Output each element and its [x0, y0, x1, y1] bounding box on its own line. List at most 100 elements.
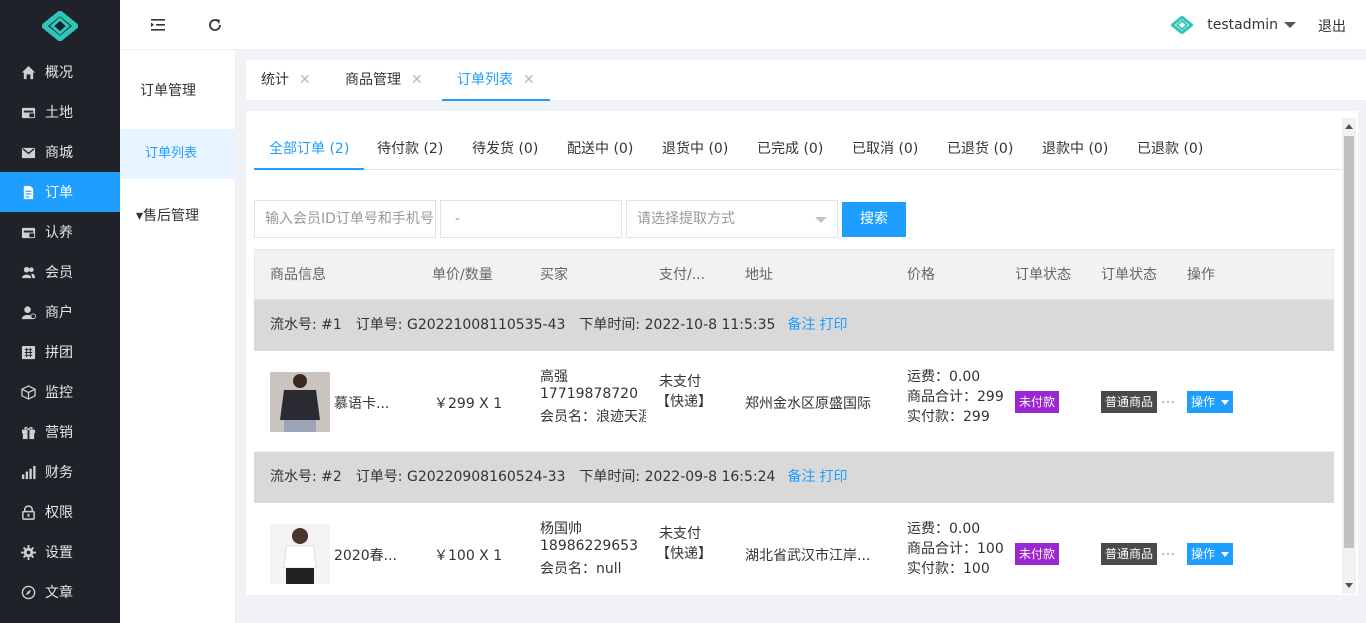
close-icon[interactable]: ✕ — [299, 72, 311, 88]
lock-icon — [20, 504, 36, 520]
order-tab-8[interactable]: 退款中 (0) — [1042, 129, 1108, 170]
sidebar-item-7[interactable]: 拼团 — [0, 332, 120, 372]
order-tab-5[interactable]: 已完成 (0) — [757, 129, 823, 170]
submenu-title[interactable]: 订单管理 — [120, 80, 236, 100]
delivery-method: 【快递】 — [656, 394, 712, 410]
close-icon[interactable]: ✕ — [411, 72, 423, 88]
ellipsis: … — [1161, 543, 1175, 559]
sidebar-item-0[interactable]: 概况 — [0, 52, 120, 92]
gift-icon — [20, 424, 36, 440]
logo-icon — [42, 11, 78, 41]
pickup-method-placeholder: 请选择提取方式 — [637, 211, 735, 227]
note-link[interactable]: 备注 — [787, 317, 815, 333]
ellipsis: … — [1161, 391, 1175, 407]
buyer-name: 高强 — [540, 369, 568, 385]
sidebar-item-label: 财务 — [45, 465, 73, 481]
product-name[interactable]: 2020春... — [334, 545, 396, 565]
sidebar-item-2[interactable]: 商城 — [0, 132, 120, 172]
order-number: 订单号: G20220908160524-33 — [355, 469, 566, 485]
order-time: 下单时间: 2022-09-8 16:5:24 — [579, 469, 776, 485]
refresh-icon[interactable] — [206, 16, 224, 34]
cube-icon — [20, 384, 36, 400]
app-logo[interactable] — [0, 0, 120, 52]
search-input[interactable]: 输入会员ID订单号和手机号 — [254, 200, 436, 238]
page-tab-bar: 统计 ✕ 商品管理 ✕ 订单列表 ✕ — [246, 60, 1366, 101]
sidebar-item-4[interactable]: 认养 — [0, 212, 120, 252]
user-menu[interactable]: testadmin — [1171, 0, 1296, 50]
main-panel: 全部订单 (2) 待付款 (2) 待发货 (0) 配送中 (0) 退货中 (0) 已完成 … — [246, 111, 1358, 595]
sidebar-item-13[interactable]: 文章 — [0, 572, 120, 612]
order-tab-4[interactable]: 退货中 (0) — [662, 129, 728, 170]
product-thumbnail[interactable] — [270, 372, 330, 432]
logout-link[interactable]: 退出 — [1318, 16, 1346, 36]
order-tab-3[interactable]: 配送中 (0) — [567, 129, 633, 170]
product-name[interactable]: 慕语卡... — [334, 393, 396, 413]
compass-icon — [20, 584, 36, 600]
column-header: 支付/... — [659, 267, 706, 283]
order-tab-0[interactable]: 全部订单 (2) — [254, 129, 365, 170]
column-header: 订单状态 — [1015, 267, 1071, 283]
order-body-row: 2020春... ￥100 X 1 杨国帅 18986229653 会员名：null 未支… — [254, 503, 1334, 595]
sidebar-item-12[interactable]: 设置 — [0, 532, 120, 572]
sidebar-item-9[interactable]: 营销 — [0, 412, 120, 452]
goods-total: 商品合计：100 — [907, 541, 1004, 557]
note-link[interactable]: 备注 — [787, 469, 815, 485]
scroll-up-icon[interactable] — [1345, 124, 1353, 129]
serial-number: 流水号: #2 — [270, 469, 342, 485]
operate-dropdown-button[interactable]: 操作 — [1187, 543, 1234, 565]
sidebar-item-11[interactable]: 权限 — [0, 492, 120, 532]
print-link[interactable]: 打印 — [819, 469, 847, 485]
home-icon — [20, 64, 36, 80]
tab-goods[interactable]: 商品管理 ✕ — [330, 60, 438, 101]
buyer-phone: 18986229653 — [540, 538, 638, 554]
date-range-input[interactable]: - — [440, 200, 622, 238]
scrollbar[interactable] — [1342, 118, 1356, 594]
order-tab-1[interactable]: 待付款 (2) — [377, 129, 443, 170]
submenu-item-order-list[interactable]: 订单列表 — [120, 129, 236, 179]
operate-dropdown-button[interactable]: 操作 — [1187, 391, 1234, 413]
sidebar-item-5[interactable]: 会员 — [0, 252, 120, 292]
print-link[interactable]: 打印 — [819, 317, 847, 333]
scroll-down-icon[interactable] — [1345, 583, 1353, 588]
order-tab-6[interactable]: 已取消 (0) — [852, 129, 918, 170]
sidebar-item-label: 设置 — [45, 545, 73, 561]
order-body-row: 慕语卡... ￥299 X 1 高强 17719878720 会员名：浪迹天涯 未支付 【快… — [254, 351, 1334, 452]
column-header: 操作 — [1187, 267, 1215, 283]
close-icon[interactable]: ✕ — [523, 72, 535, 88]
price-quantity: ￥299 X 1 — [434, 396, 503, 412]
menu-collapse-icon[interactable] — [150, 16, 168, 34]
pickup-method-select[interactable]: 请选择提取方式 — [626, 200, 838, 238]
address: 湖北省武汉市江岸... — [745, 548, 871, 564]
search-button[interactable]: 搜索 — [842, 202, 906, 237]
sidebar-item-10[interactable]: 财务 — [0, 452, 120, 492]
sidebar-item-6[interactable]: 商户 — [0, 292, 120, 332]
order-time: 下单时间: 2022-10-8 11:5:35 — [579, 317, 776, 333]
column-header: 订单状态 — [1101, 267, 1157, 283]
sidebar-item-1[interactable]: 土地 — [0, 92, 120, 132]
operate-label: 操作 — [1191, 395, 1216, 409]
sidebar-item-label: 拼团 — [45, 345, 73, 361]
sidebar-item-3[interactable]: 订单 — [0, 172, 120, 212]
order-header-row: 流水号: #1 订单号: G20221008110535-43 下单时间: 2022… — [254, 300, 1334, 351]
gear-icon — [20, 544, 36, 560]
delivery-method: 【快递】 — [656, 546, 712, 562]
sidebar-item-8[interactable]: 监控 — [0, 372, 120, 412]
sidebar-item-label: 监控 — [45, 385, 73, 401]
order-tab-9[interactable]: 已退款 (0) — [1137, 129, 1203, 170]
sidebar-item-label: 文章 — [45, 585, 73, 601]
user-logo-icon — [1171, 16, 1194, 34]
freight: 运费：0.00 — [907, 369, 981, 385]
product-thumbnail[interactable] — [270, 524, 330, 584]
order-tab-2[interactable]: 待发货 (0) — [472, 129, 538, 170]
tab-label: 商品管理 — [345, 72, 401, 88]
chevron-down-icon — [1221, 400, 1230, 405]
goods-type-badge: 普通商品 — [1101, 543, 1158, 565]
order-icon — [20, 184, 36, 200]
scrollbar-thumb[interactable] — [1344, 136, 1354, 548]
tab-stats[interactable]: 统计 ✕ — [246, 60, 326, 101]
submenu-group-aftersale[interactable]: ▾售后管理 — [120, 205, 236, 225]
paid-amount: 实付款：299 — [907, 409, 990, 425]
tab-order-list[interactable]: 订单列表 ✕ — [442, 60, 550, 101]
buyer-member: 会员名：浪迹天涯 — [540, 409, 646, 425]
order-tab-7[interactable]: 已退货 (0) — [947, 129, 1013, 170]
